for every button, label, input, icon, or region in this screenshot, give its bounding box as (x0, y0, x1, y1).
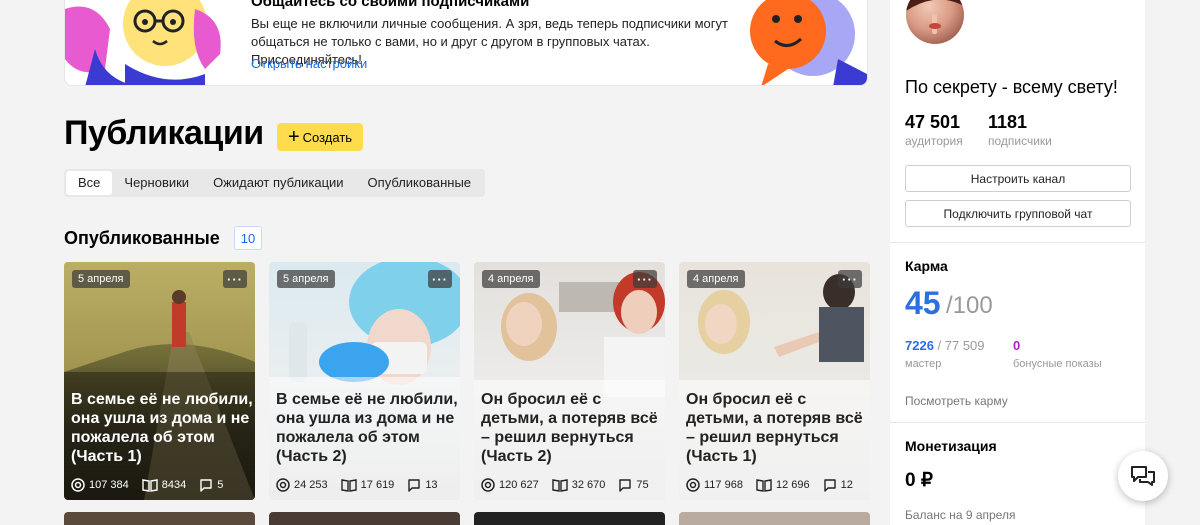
open-settings-link[interactable]: Открыть настройки (251, 56, 367, 71)
card-reads: 12 696 (775, 479, 810, 491)
create-button[interactable]: + Создать (277, 123, 363, 151)
more-options-icon[interactable]: ··· (633, 270, 657, 288)
publication-card[interactable]: 4 апреля ··· Он бросил её с детьми, а по… (474, 262, 665, 500)
more-options-icon[interactable]: ··· (223, 270, 247, 288)
karma-max: /100 (946, 292, 993, 319)
connect-group-chat-button[interactable]: Подключить групповой чат (905, 200, 1131, 227)
channel-sidebar: По секрету - всему свету! 47 501 аудитор… (890, 0, 1145, 525)
avatar-image (906, 0, 964, 34)
card-stats: 24 253 17 619 13 (276, 478, 447, 492)
publication-card-partial[interactable] (269, 512, 460, 525)
cartoon-speech-bubble-illustration (750, 0, 867, 85)
views-icon (71, 478, 85, 492)
card-date: 5 апреля (277, 270, 335, 288)
bonus-impressions-value: 0 (1013, 338, 1021, 353)
reads-icon (340, 479, 357, 492)
card-views: 107 384 (89, 479, 129, 491)
chat-bubbles-icon (1131, 466, 1155, 486)
publication-tabs: Все Черновики Ожидают публикации Опублик… (64, 169, 486, 197)
card-date: 4 апреля (687, 270, 745, 288)
card-comments: 12 (840, 479, 853, 491)
card-title: В семье её не любили, она ушла из дома и… (71, 391, 253, 465)
reads-icon (756, 479, 772, 492)
views-icon (481, 478, 495, 492)
monetization-heading: Монетизация (905, 438, 997, 454)
subscribers-value: 1181 (988, 112, 1028, 132)
bonus-impressions-label: бонусные показы (1013, 358, 1102, 370)
messages-banner: Общайтесь со своими подписчиками Вы еще … (64, 0, 868, 86)
card-reads: 32 670 (571, 479, 606, 491)
tab-published[interactable]: Опубликованные (356, 171, 484, 195)
tab-drafts[interactable]: Черновики (112, 171, 201, 195)
tab-all[interactable]: Все (66, 171, 113, 195)
page-title: Публикации (64, 114, 264, 152)
more-options-icon[interactable]: ··· (428, 270, 452, 288)
card-title: Он бросил её с детьми, а потеряв всё – р… (481, 391, 658, 465)
card-comments: 5 (217, 479, 224, 491)
subscribers-label: подписчики (988, 134, 1052, 148)
comments-icon (619, 479, 632, 492)
section-count-badge: 10 (234, 226, 262, 250)
card-date: 4 апреля (482, 270, 540, 288)
card-reads: 17 619 (360, 479, 395, 491)
cartoon-characters-illustration (65, 0, 225, 85)
card-views: 24 253 (294, 479, 328, 491)
chat-button[interactable] (1118, 451, 1168, 501)
publication-card-partial[interactable] (679, 512, 870, 525)
reads-icon (552, 479, 568, 492)
channel-name: По секрету - всему свету! (905, 77, 1118, 97)
reads-icon (142, 479, 158, 492)
views-icon (276, 478, 290, 492)
publication-card-partial[interactable] (474, 512, 665, 525)
master-total: / 77 509 (933, 338, 985, 353)
audience-label: аудитория (905, 134, 963, 148)
avatar[interactable] (906, 0, 964, 44)
card-title: Он бросил её с детьми, а потеряв всё – р… (686, 391, 863, 465)
view-karma-link[interactable]: Посмотреть карму (905, 394, 1008, 408)
plus-icon: + (287, 126, 300, 148)
section-title: Опубликованные (64, 228, 220, 248)
publication-card[interactable]: 5 апреля ··· В семье её не любили, она у… (269, 262, 460, 500)
master-score: 7226 (905, 338, 934, 353)
comments-icon (200, 479, 212, 492)
card-date: 5 апреля (72, 270, 130, 288)
card-stats: 107 384 8434 5 (71, 478, 232, 492)
karma-value: 45 (905, 285, 941, 321)
card-views: 120 627 (499, 479, 539, 491)
comments-icon (823, 479, 836, 492)
card-views: 117 968 (704, 479, 743, 491)
karma-heading: Карма (905, 258, 948, 274)
tab-scheduled[interactable]: Ожидают публикации (201, 171, 355, 195)
divider (890, 242, 1145, 243)
card-title: В семье её не любили, она ушла из дома и… (276, 391, 458, 465)
divider (890, 422, 1145, 423)
card-comments: 13 (425, 479, 438, 491)
more-options-icon[interactable]: ··· (838, 270, 862, 288)
balance-label: Баланс на 9 апреля (905, 508, 1016, 522)
publication-card[interactable]: 4 апреля ··· Он бросил её с детьми, а по… (679, 262, 870, 500)
comments-icon (408, 479, 421, 492)
card-reads: 8434 (161, 479, 187, 491)
karma-master-label: мастер (905, 358, 942, 370)
card-stats: 120 627 32 670 75 (481, 478, 658, 492)
audience-value: 47 501 (905, 112, 961, 132)
banner-title: Общайтесь со своими подписчиками (251, 0, 530, 10)
publication-card-partial[interactable] (64, 512, 255, 525)
card-stats: 117 968 12 696 12 (686, 478, 862, 492)
views-icon (686, 478, 700, 492)
create-button-label: Создать (302, 129, 353, 145)
card-comments: 75 (636, 479, 649, 491)
monetization-amount: 0 ₽ (905, 470, 933, 491)
karma-master-value: 7226 / 77 509 (905, 338, 985, 353)
publication-card[interactable]: 5 апреля ··· В семье её не любили, она у… (64, 262, 255, 500)
configure-channel-button[interactable]: Настроить канал (905, 165, 1131, 192)
